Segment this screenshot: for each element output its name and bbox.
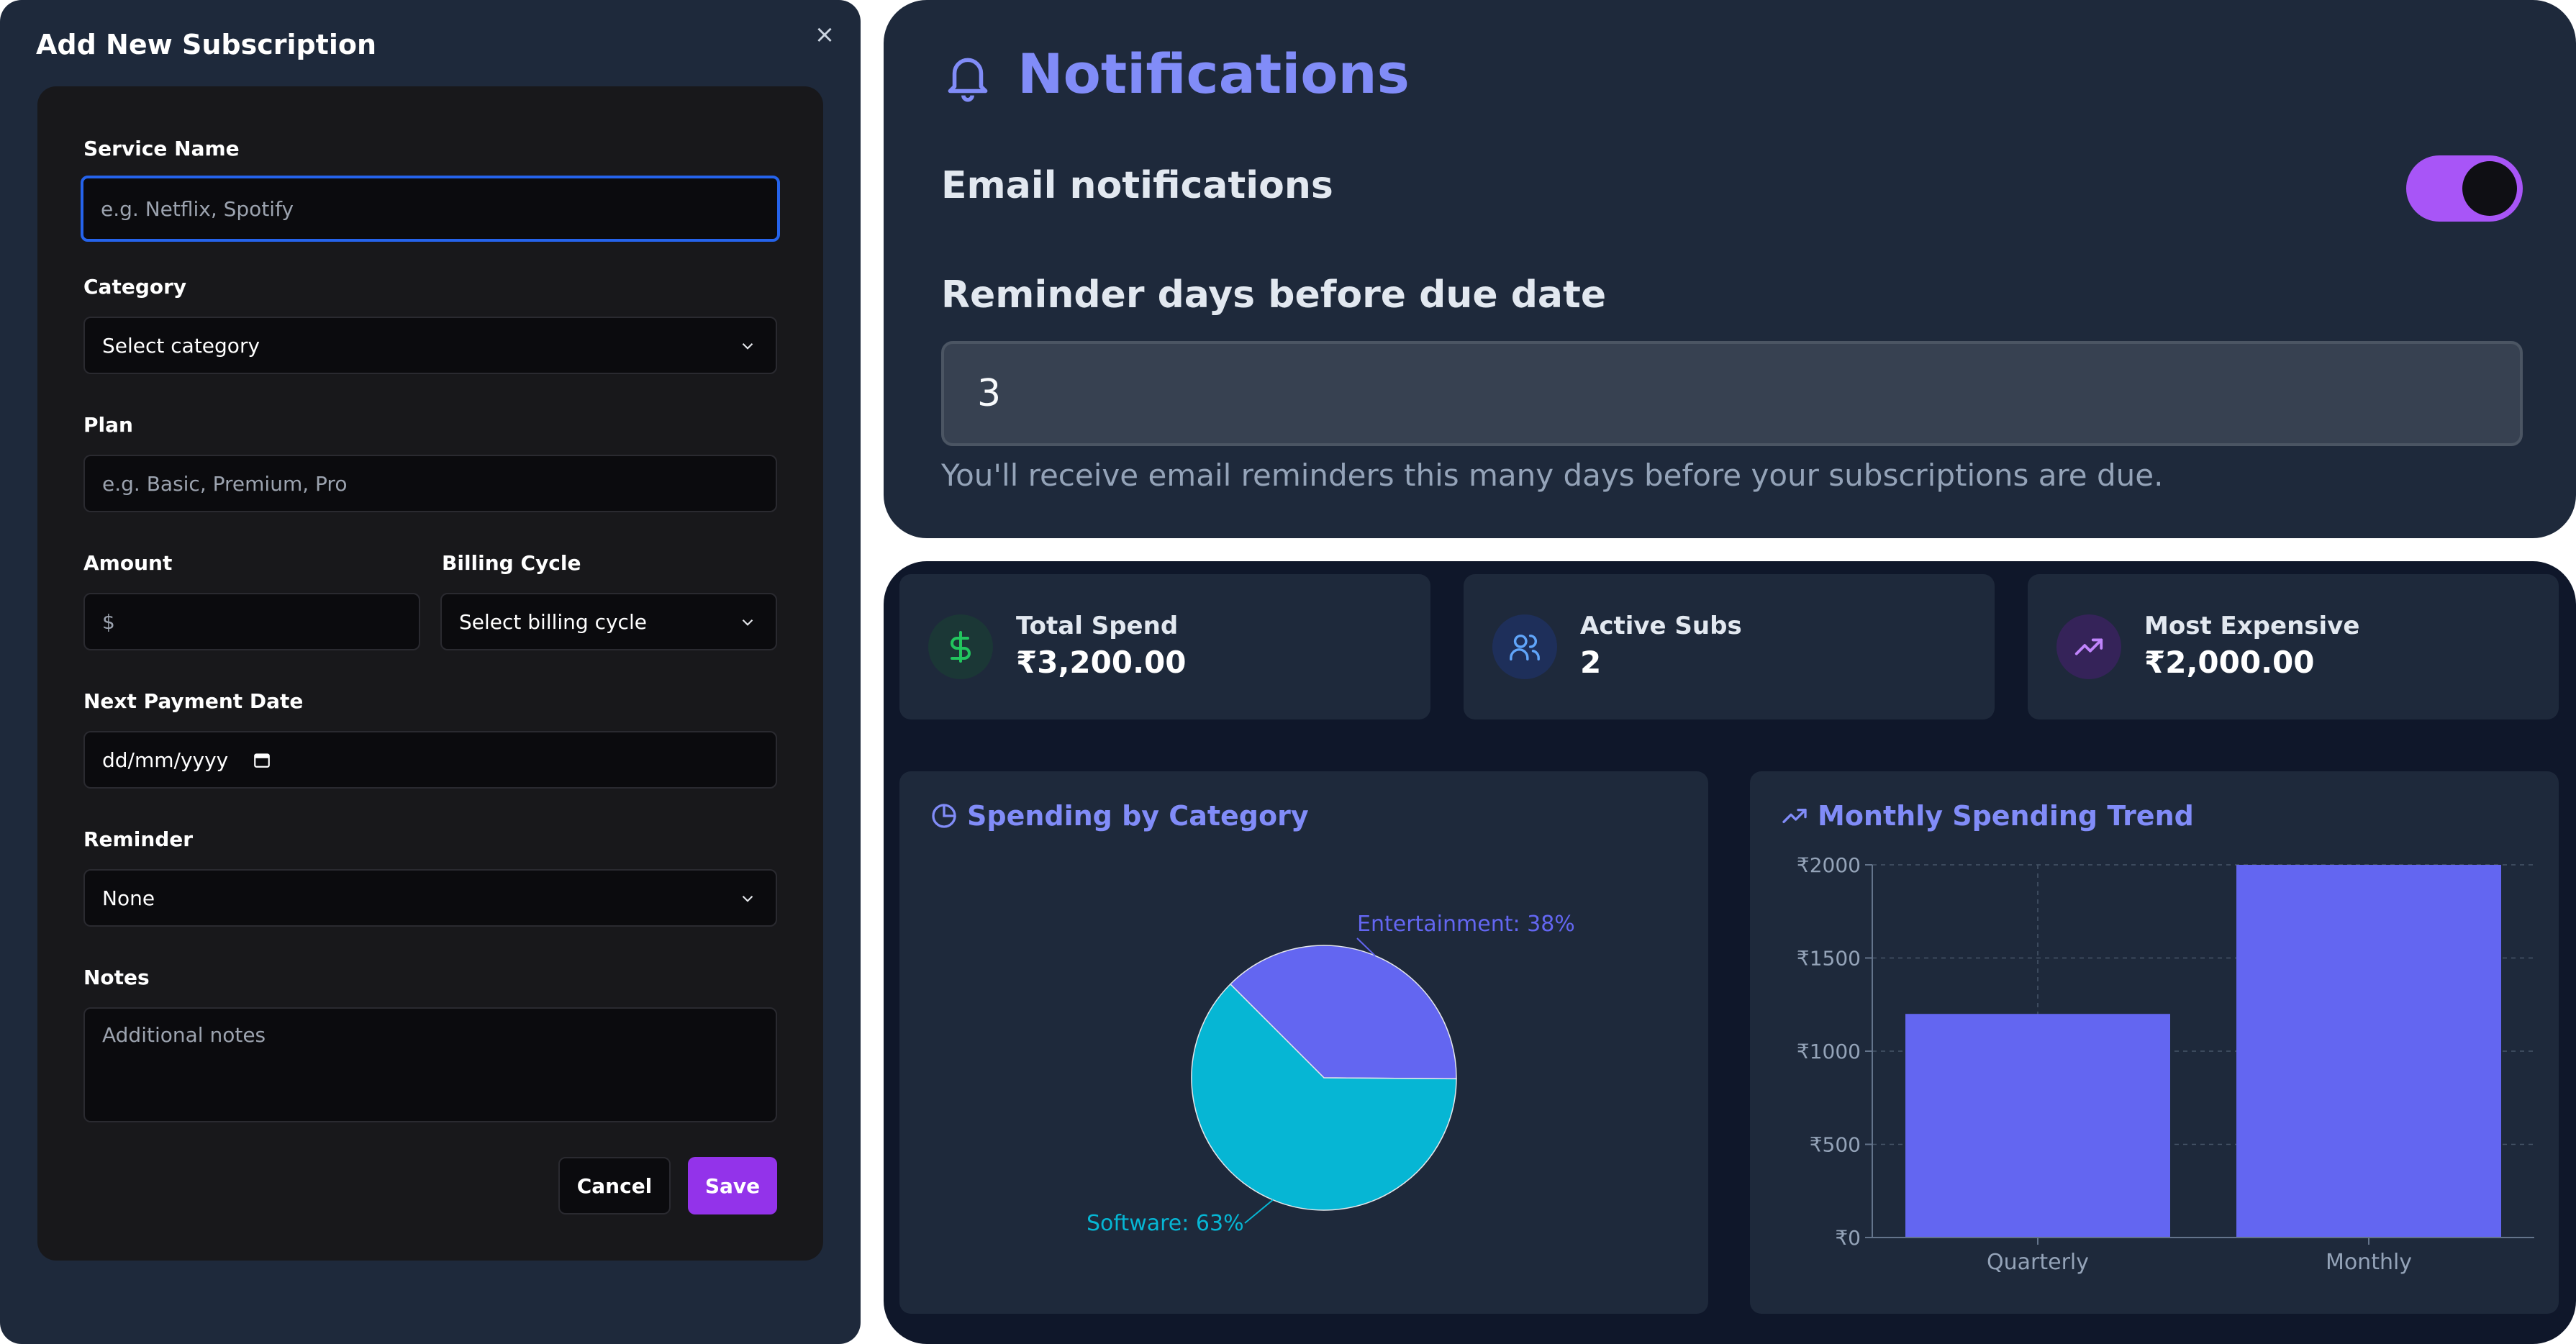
amount-placeholder: $ xyxy=(102,609,115,634)
billing-cycle-value: Select billing cycle xyxy=(459,609,647,634)
chevron-down-icon xyxy=(742,342,753,350)
y-tick-label: ₹500 xyxy=(1810,1133,1861,1157)
stat-value: ₹2,000.00 xyxy=(2144,645,2315,680)
x-tick-label: Quarterly xyxy=(1987,1250,2089,1275)
email-notifications-toggle[interactable] xyxy=(2406,155,2523,222)
dashboard-panel: Total Spend ₹3,200.00 Active Subs 2 Most… xyxy=(884,561,2576,1344)
stat-card-active-subs: Active Subs 2 xyxy=(1464,574,1995,719)
amount-input[interactable]: $ xyxy=(83,593,420,650)
trending-up-icon xyxy=(2056,614,2121,679)
plan-placeholder: e.g. Basic, Premium, Pro xyxy=(102,471,348,496)
reminder-days-input[interactable]: 3 xyxy=(941,341,2523,446)
bell-icon xyxy=(948,58,988,102)
users-icon xyxy=(1492,614,1557,679)
monthly-spending-trend-card: Monthly Spending Trend ₹0 ₹500 ₹1000 ₹1500 ₹… xyxy=(1750,771,2559,1314)
notes-textarea[interactable]: Additional notes xyxy=(83,1007,777,1122)
bar-quarterly[interactable] xyxy=(1905,1014,2170,1238)
pie-label-entertainment: Entertainment: 38% xyxy=(1357,912,1575,937)
next-payment-date-input[interactable]: dd/mm/yyyy xyxy=(83,731,777,789)
pie-label-software: Software: 63% xyxy=(1087,1211,1244,1236)
bar-chart: ₹0 ₹500 ₹1000 ₹1500 ₹2000 Quarterly Monthly xyxy=(1797,853,2534,1275)
save-button[interactable]: Save xyxy=(688,1157,777,1214)
y-tick-label: ₹0 xyxy=(1835,1226,1861,1250)
email-notifications-label: Email notifications xyxy=(941,164,1333,207)
add-subscription-modal: Add New Subscription × Service Name e.g.… xyxy=(0,0,861,1344)
notifications-panel: Notifications Email notifications Remind… xyxy=(884,0,2576,538)
calendar-icon[interactable] xyxy=(253,750,271,769)
pie-leader-line xyxy=(1244,1199,1274,1224)
plan-input[interactable]: e.g. Basic, Premium, Pro xyxy=(83,455,777,512)
stat-card-most-expensive: Most Expensive ₹2,000.00 xyxy=(2028,574,2559,719)
close-icon[interactable]: × xyxy=(812,22,838,47)
stat-value: ₹3,200.00 xyxy=(1016,645,1187,680)
category-select[interactable]: Select category xyxy=(83,317,777,374)
reminder-select[interactable]: None xyxy=(83,869,777,927)
billing-cycle-label: Billing Cycle xyxy=(442,551,581,575)
reminder-days-value: 3 xyxy=(977,372,1002,415)
notes-label: Notes xyxy=(83,966,150,989)
amount-label: Amount xyxy=(83,551,173,575)
billing-cycle-select[interactable]: Select billing cycle xyxy=(440,593,777,650)
bar-monthly[interactable] xyxy=(2236,865,2501,1238)
notes-placeholder: Additional notes xyxy=(102,1023,266,1047)
subscription-form: Service Name e.g. Netflix, Spotify Categ… xyxy=(37,86,823,1261)
spending-by-category-card: Spending by Category Entertainment: 38% S… xyxy=(899,771,1708,1314)
chevron-down-icon xyxy=(742,895,753,902)
stat-card-total-spend: Total Spend ₹3,200.00 xyxy=(899,574,1430,719)
notifications-title: Notifications xyxy=(1017,42,1410,106)
chevron-down-icon xyxy=(742,619,753,626)
plan-label: Plan xyxy=(83,413,133,437)
pie-chart: Entertainment: 38% Software: 63% xyxy=(1087,912,1575,1236)
stat-label: Most Expensive xyxy=(2144,612,2360,640)
dollar-icon xyxy=(928,614,993,679)
service-name-placeholder: e.g. Netflix, Spotify xyxy=(101,196,294,221)
next-payment-placeholder: dd/mm/yyyy xyxy=(102,748,229,772)
reminder-days-label: Reminder days before due date xyxy=(941,273,1607,317)
stat-value: 2 xyxy=(1580,645,1602,680)
cancel-button[interactable]: Cancel xyxy=(558,1157,671,1214)
y-tick-label: ₹2000 xyxy=(1797,853,1861,877)
next-payment-label: Next Payment Date xyxy=(83,689,304,713)
reminder-label: Reminder xyxy=(83,827,194,851)
category-value: Select category xyxy=(102,333,260,358)
category-label: Category xyxy=(83,275,187,299)
toggle-knob xyxy=(2462,161,2517,216)
modal-title: Add New Subscription xyxy=(36,29,377,60)
y-tick-label: ₹1500 xyxy=(1797,947,1861,971)
stat-label: Total Spend xyxy=(1016,612,1179,640)
service-name-label: Service Name xyxy=(83,137,240,160)
x-tick-label: Monthly xyxy=(2326,1250,2412,1275)
y-tick-label: ₹1000 xyxy=(1797,1040,1861,1063)
reminder-help-text: You'll receive email reminders this many… xyxy=(941,458,2164,493)
service-name-input[interactable]: e.g. Netflix, Spotify xyxy=(81,176,780,242)
stat-label: Active Subs xyxy=(1580,612,1742,640)
reminder-value: None xyxy=(102,886,155,910)
